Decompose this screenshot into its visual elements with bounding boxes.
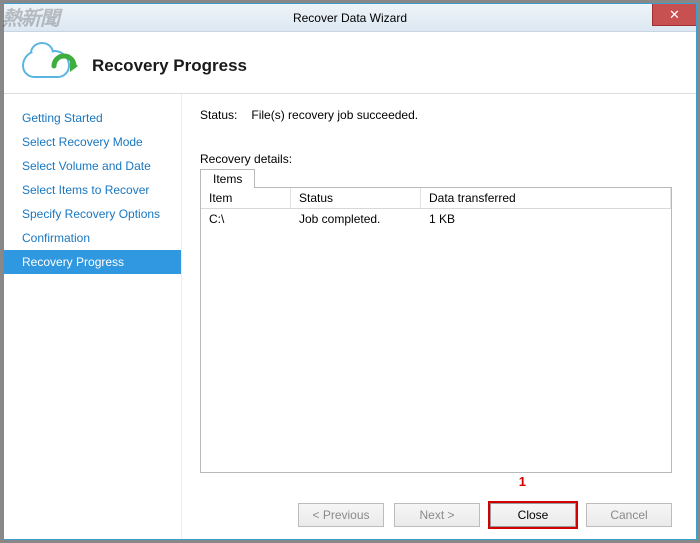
cell-status: Job completed. — [291, 211, 421, 227]
close-button[interactable]: Close — [490, 503, 576, 527]
previous-button[interactable]: < Previous — [298, 503, 384, 527]
col-header-item[interactable]: Item — [201, 188, 291, 208]
annotation-callout-1: 1 — [519, 474, 526, 489]
items-panel: Item Status Data transferred C:\ Job com… — [200, 187, 672, 473]
next-button[interactable]: Next > — [394, 503, 480, 527]
close-icon: ✕ — [669, 7, 680, 23]
grid-header: Item Status Data transferred — [201, 188, 671, 209]
sidebar-item-recovery-progress[interactable]: Recovery Progress — [4, 250, 181, 274]
wizard-main-panel: Status: File(s) recovery job succeeded. … — [182, 94, 696, 539]
status-value: File(s) recovery job succeeded. — [251, 108, 418, 122]
sidebar-item-getting-started[interactable]: Getting Started — [4, 106, 181, 130]
wizard-body: Getting Started Select Recovery Mode Sel… — [4, 94, 696, 539]
sidebar-item-select-items[interactable]: Select Items to Recover — [4, 178, 181, 202]
recovery-details-label: Recovery details: — [200, 152, 672, 166]
sidebar-item-confirmation[interactable]: Confirmation — [4, 226, 181, 250]
cloud-restore-icon — [22, 46, 74, 86]
sidebar-item-specify-options[interactable]: Specify Recovery Options — [4, 202, 181, 226]
wizard-window: Recover Data Wizard ✕ Recovery Progress … — [3, 3, 697, 540]
tabstrip: Items — [200, 168, 672, 187]
sidebar-item-select-volume-date[interactable]: Select Volume and Date — [4, 154, 181, 178]
status-label: Status: — [200, 108, 237, 122]
tab-items[interactable]: Items — [200, 169, 255, 188]
col-header-data[interactable]: Data transferred — [421, 188, 671, 208]
window-title: Recover Data Wizard — [4, 11, 696, 25]
wizard-button-row: 1 < Previous Next > Close Cancel — [200, 473, 672, 527]
titlebar: Recover Data Wizard ✕ — [4, 4, 696, 32]
page-title: Recovery Progress — [92, 56, 247, 76]
window-close-button[interactable]: ✕ — [652, 4, 696, 26]
wizard-header: Recovery Progress — [4, 32, 696, 94]
col-header-status[interactable]: Status — [291, 188, 421, 208]
table-row: C:\ Job completed. 1 KB — [201, 209, 671, 229]
cell-item: C:\ — [201, 211, 291, 227]
cancel-button[interactable]: Cancel — [586, 503, 672, 527]
wizard-steps-sidebar: Getting Started Select Recovery Mode Sel… — [4, 94, 182, 539]
sidebar-item-select-recovery-mode[interactable]: Select Recovery Mode — [4, 130, 181, 154]
status-row: Status: File(s) recovery job succeeded. — [200, 108, 672, 122]
cell-data: 1 KB — [421, 211, 671, 227]
